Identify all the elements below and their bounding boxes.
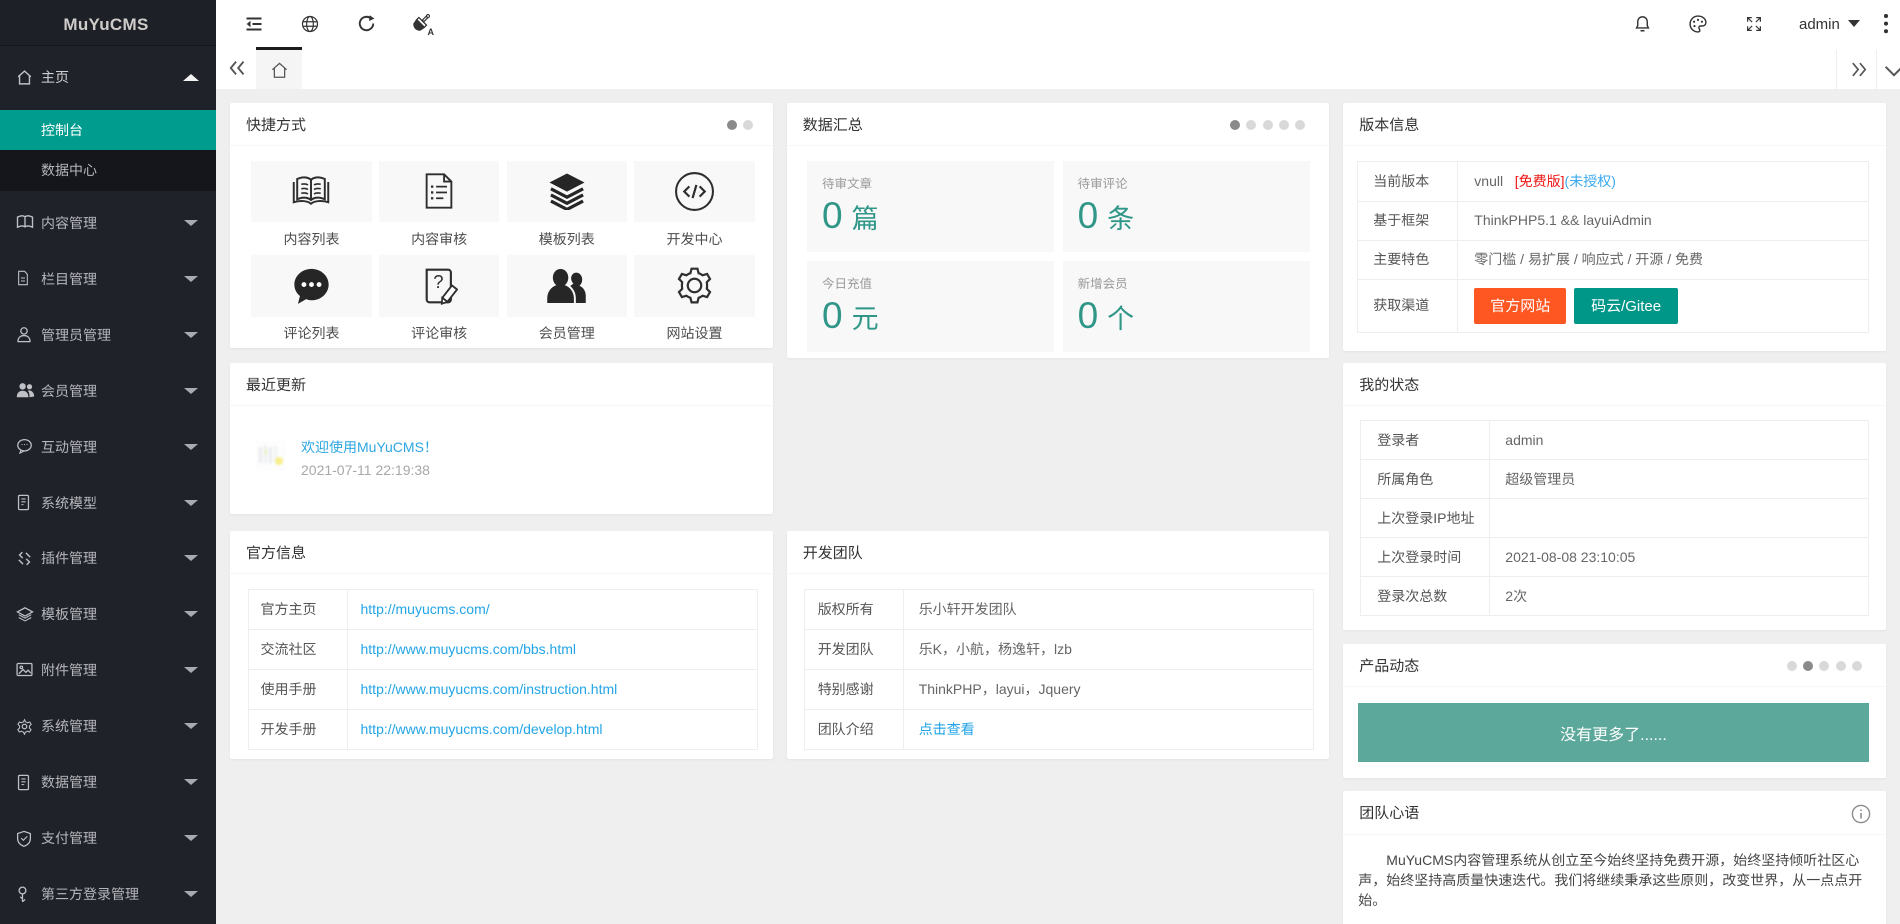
svg-text:A: A <box>428 27 435 36</box>
svg-text:?: ? <box>433 271 443 292</box>
